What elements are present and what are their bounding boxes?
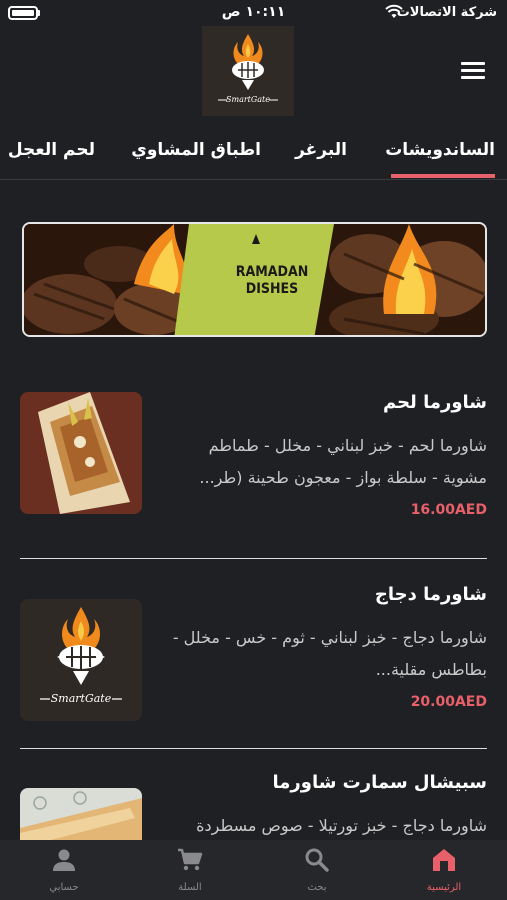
- product-card[interactable]: SmartGate شاورما دجاج شاورما دجاج - خبز …: [20, 584, 487, 734]
- nav-home[interactable]: الرئيسية: [404, 846, 484, 893]
- person-icon: [53, 849, 75, 871]
- smartgate-logo-icon: SmartGate: [20, 599, 142, 721]
- nav-account[interactable]: حسابي: [24, 846, 104, 893]
- tab-grill-dishes[interactable]: اطباق المشاوي: [131, 140, 261, 160]
- product-description: شاورما لحم - خبز لبناني - مخلل - طماطم م…: [199, 436, 487, 487]
- product-name: شاورما دجاج: [374, 584, 487, 605]
- shawarma-wrap-icon: [20, 392, 142, 514]
- nav-cart-label: السلة: [178, 882, 202, 893]
- product-description: شاورما دجاج - خبز لبناني - ثوم - خس - مخ…: [172, 628, 487, 679]
- nav-search[interactable]: بحث: [277, 846, 357, 893]
- nav-account-label: حسابي: [49, 882, 79, 893]
- product-image-shawarma-chicken: SmartGate: [20, 599, 142, 721]
- tab-veal[interactable]: لحم العجل: [8, 140, 95, 160]
- product-price: 16.00AED: [410, 502, 487, 518]
- divider: [20, 558, 487, 559]
- banner-title: RAMADAN DISHES: [235, 264, 309, 297]
- active-tab-indicator: [391, 174, 495, 178]
- bottom-navigation: الرئيسية بحث السلة حسابي: [0, 840, 507, 900]
- svg-text:SmartGate: SmartGate: [51, 692, 112, 705]
- home-icon: [433, 849, 455, 871]
- divider: [20, 748, 487, 749]
- menu-icon[interactable]: [461, 62, 485, 80]
- svg-text:SmartGate: SmartGate: [226, 95, 270, 104]
- nav-cart[interactable]: السلة: [150, 846, 230, 893]
- grill-flame-logo-icon: SmartGate: [218, 34, 278, 104]
- search-icon: [305, 848, 329, 872]
- cart-icon: [178, 848, 203, 871]
- category-tabs: الساندويشات البرغر اطباق المشاوي لحم الع…: [0, 128, 507, 180]
- nav-search-label: بحث: [307, 882, 327, 893]
- status-bar: ١٠:١١ ص شركة الاتصالات: [0, 0, 507, 26]
- nav-home-label: الرئيسية: [426, 882, 462, 893]
- carrier-name: شركة الاتصالات: [396, 5, 497, 20]
- product-price: 20.00AED: [410, 694, 487, 710]
- product-image-shawarma-meat: [20, 392, 142, 514]
- promo-banner[interactable]: RAMADAN DISHES: [22, 222, 487, 337]
- tab-burger[interactable]: البرغر: [295, 140, 347, 160]
- brand-logo[interactable]: SmartGate: [202, 26, 294, 116]
- product-name: سبيشال سمارت شاورما: [272, 772, 487, 793]
- product-name: شاورما لحم: [382, 392, 487, 413]
- product-card[interactable]: شاورما لحم شاورما لحم - خبز لبناني - مخل…: [20, 392, 487, 542]
- product-description: شاورما دجاج - خبز تورتيلا - صوص مسطردة: [196, 816, 487, 835]
- tab-sandwiches[interactable]: الساندويشات: [385, 140, 495, 160]
